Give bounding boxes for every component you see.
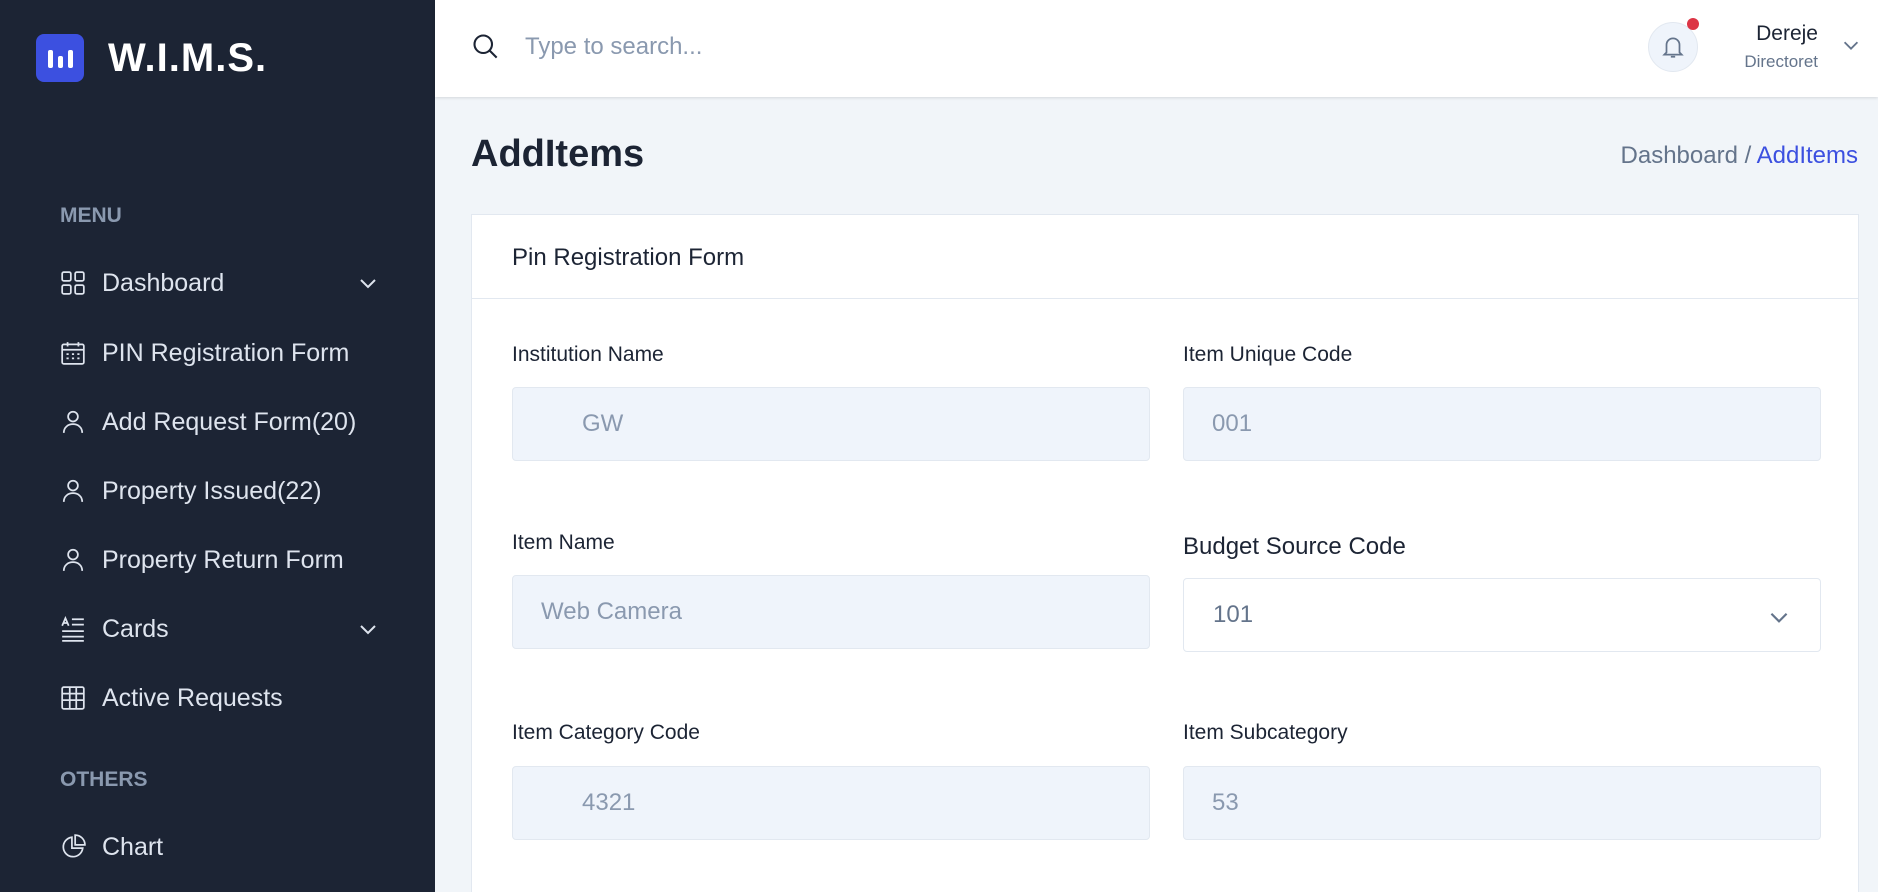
sidebar: W.I.M.S. MENU Dashboard PIN Registration…: [0, 0, 435, 892]
user-name[interactable]: Dereje: [1756, 22, 1818, 46]
others-heading: OTHERS: [60, 768, 148, 791]
chevron-down-icon[interactable]: [1840, 34, 1862, 56]
sidebar-item-label: Chart: [102, 832, 164, 861]
user-icon: [60, 547, 86, 573]
grid-icon: [60, 270, 86, 296]
sidebar-item-property-issued[interactable]: Property Issued(22): [60, 467, 380, 515]
menu-heading: MENU: [60, 204, 122, 227]
chevron-down-icon[interactable]: [356, 617, 380, 641]
brand[interactable]: W.I.M.S.: [36, 34, 267, 82]
sidebar-item-label: Add Request Form(20): [102, 407, 357, 436]
institution-name-label: Institution Name: [512, 343, 664, 366]
sidebar-item-property-return[interactable]: Property Return Form: [60, 536, 380, 584]
item-name-field[interactable]: Web Camera: [512, 575, 1150, 649]
sidebar-item-label: Property Issued(22): [102, 476, 322, 505]
sidebar-item-cards[interactable]: Cards: [60, 605, 380, 653]
pie-chart-icon: [60, 834, 86, 860]
logo-icon: [36, 34, 84, 82]
budget-source-code-label: Budget Source Code: [1183, 533, 1406, 560]
sidebar-item-dashboard[interactable]: Dashboard: [60, 259, 380, 307]
app-title: W.I.M.S.: [108, 35, 268, 80]
sidebar-item-add-request[interactable]: Add Request Form(20): [60, 398, 380, 446]
budget-source-code-value: 101: [1213, 601, 1254, 628]
sidebar-item-active-requests[interactable]: Active Requests: [60, 674, 380, 722]
breadcrumb: Dashboard / AddItems: [1621, 142, 1858, 170]
breadcrumb-dashboard-link[interactable]: Dashboard /: [1621, 142, 1752, 169]
chevron-down-icon: [1770, 612, 1788, 623]
text-list-icon: [60, 616, 86, 642]
item-unique-code-field[interactable]: 001: [1183, 387, 1821, 461]
user-icon: [60, 409, 86, 435]
user-role: Directoret: [1744, 52, 1818, 71]
notification-dot: [1687, 18, 1699, 30]
sidebar-item-label: Cards: [102, 614, 169, 643]
item-subcategory-label: Item Subcategory: [1183, 721, 1348, 744]
bell-icon: [1662, 37, 1684, 58]
sidebar-item-chart[interactable]: Chart: [60, 823, 380, 871]
search-input[interactable]: [525, 26, 1225, 68]
sidebar-item-pin-registration[interactable]: PIN Registration Form: [60, 329, 380, 377]
calendar-icon: [60, 340, 86, 366]
item-category-code-field[interactable]: 4321: [512, 766, 1150, 840]
sidebar-item-label: PIN Registration Form: [102, 338, 350, 367]
sidebar-item-label: Dashboard: [102, 268, 225, 297]
sidebar-item-label: Active Requests: [102, 683, 283, 712]
item-name-label: Item Name: [512, 531, 615, 554]
item-category-code-label: Item Category Code: [512, 721, 700, 744]
item-unique-code-label: Item Unique Code: [1183, 343, 1353, 366]
chevron-down-icon[interactable]: [356, 271, 380, 295]
table-icon: [60, 685, 86, 711]
top-header: Dereje Directoret: [435, 0, 1878, 97]
page-title: AddItems: [471, 133, 645, 175]
search-icon[interactable]: [471, 32, 499, 60]
user-icon: [60, 478, 86, 504]
form-title: Pin Registration Form: [472, 215, 1858, 299]
sidebar-item-label: Property Return Form: [102, 545, 344, 574]
item-subcategory-field[interactable]: 53: [1183, 766, 1821, 840]
form-card: Pin Registration Form Institution Name G…: [471, 214, 1859, 892]
budget-source-code-select[interactable]: 101: [1183, 578, 1821, 652]
institution-name-field[interactable]: GW: [512, 387, 1150, 461]
breadcrumb-current: AddItems: [1756, 142, 1858, 169]
